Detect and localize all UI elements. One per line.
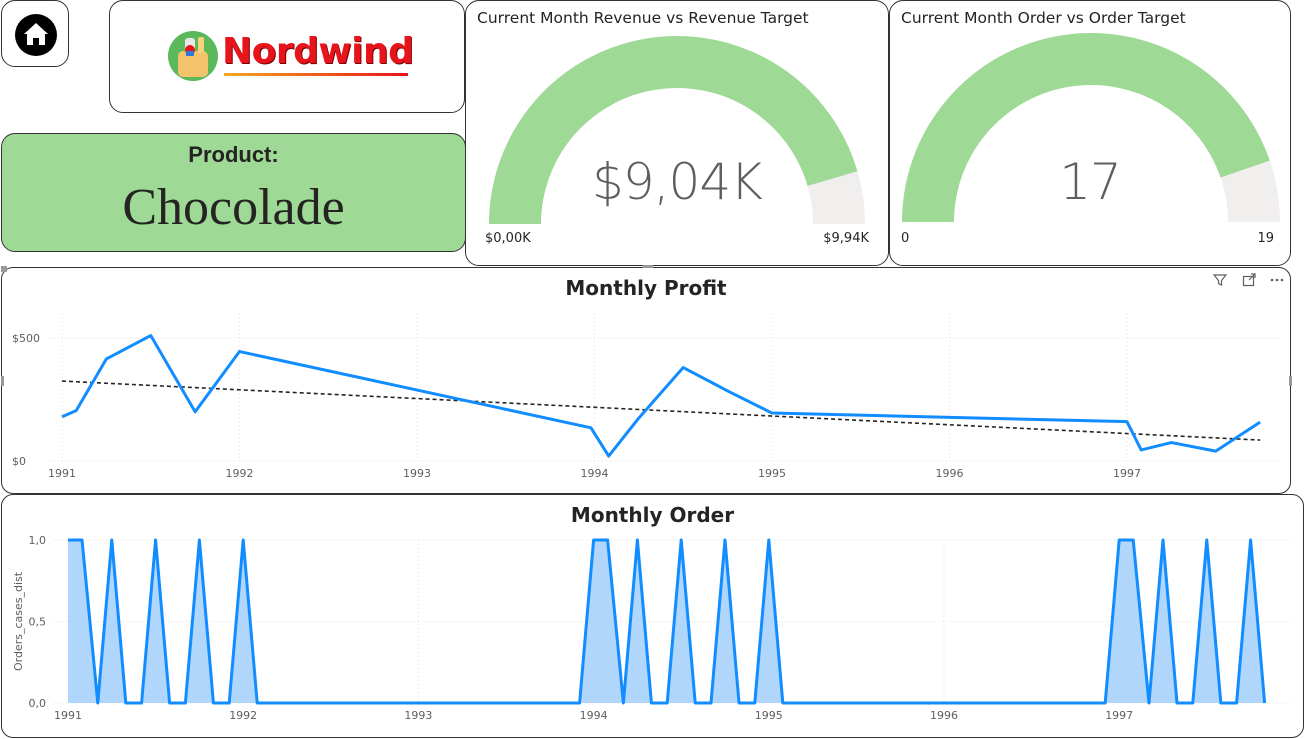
gauge-value: 17 [1059,153,1122,211]
y-tick-label: 0,5 [29,616,47,629]
product-label: Product: [188,142,279,167]
trend-line [61,380,1261,441]
basket-logo-icon [166,29,220,83]
order-gauge [902,33,1280,223]
chart-title: Monthly Profit [565,276,727,300]
monthly-profit-chart: 1991 1992 1993 1994 1995 1996 1997 $0 $500 [12,313,1282,480]
revenue-gauge-card[interactable]: Current Month Revenue vs Revenue Target … [465,0,889,266]
logo-underline [224,73,408,76]
profit-series-line [61,334,1261,458]
x-tick-label: 1993 [403,467,431,480]
y-tick-label: 1,0 [29,534,47,547]
x-tick-label: 1995 [758,467,786,480]
resize-handle-top-left[interactable] [1,266,7,272]
monthly-order-chart: 1991 1992 1993 1994 1995 1996 1997 0,0 0,5 1,0 Ord… [12,534,1292,722]
resize-handle-right[interactable] [1289,376,1292,386]
x-tick-label: 1991 [48,467,76,480]
y-axis-label: Orders_cases_dist [12,571,25,671]
monthly-order-card[interactable]: 1991 1992 1993 1994 1995 1996 1997 0,0 0,5 1,0 Ord… [1,494,1304,738]
y-tick-label: $500 [12,332,40,345]
resize-handle-top[interactable] [643,265,653,268]
product-card: Product: Chocolade [1,133,466,252]
gauge-min-label: $0,00K [485,231,531,246]
x-tick-label: 1997 [1113,467,1141,480]
x-tick-label: 1992 [226,467,254,480]
chart-title: Monthly Order [570,503,735,527]
x-tick-label: 1997 [1105,709,1133,722]
more-options-icon[interactable] [1268,272,1286,290]
x-tick-label: 1996 [936,467,964,480]
x-tick-label: 1996 [930,709,958,722]
filter-icon[interactable] [1211,272,1229,290]
x-tick-label: 1991 [54,709,82,722]
x-tick-label: 1994 [580,709,608,722]
gauge-value: $9,04K [592,153,763,211]
monthly-profit-card[interactable]: 1991 1992 1993 1994 1995 1996 1997 $0 $500 Month… [1,265,1292,494]
product-name: Chocolade [122,179,345,236]
home-icon [15,14,57,56]
x-tick-label: 1995 [755,709,783,722]
y-tick-label: 0,0 [29,697,47,710]
gauge-max-label: 19 [1257,231,1274,246]
logo-wordmark: Nordwind [222,31,414,72]
home-button[interactable] [1,0,69,67]
x-tick-label: 1993 [404,709,432,722]
gauge-max-label: $9,94K [823,231,869,246]
logo-card: Nordwind [109,0,465,113]
y-tick-label: $0 [12,455,26,468]
resize-handle-left[interactable] [1,376,4,386]
focus-mode-icon[interactable] [1240,272,1258,290]
revenue-gauge [489,36,865,225]
x-tick-label: 1992 [229,709,257,722]
x-tick-label: 1994 [581,467,609,480]
gauge-min-label: 0 [901,231,910,246]
order-gauge-card[interactable]: Current Month Order vs Order Target 17 0… [889,0,1291,266]
